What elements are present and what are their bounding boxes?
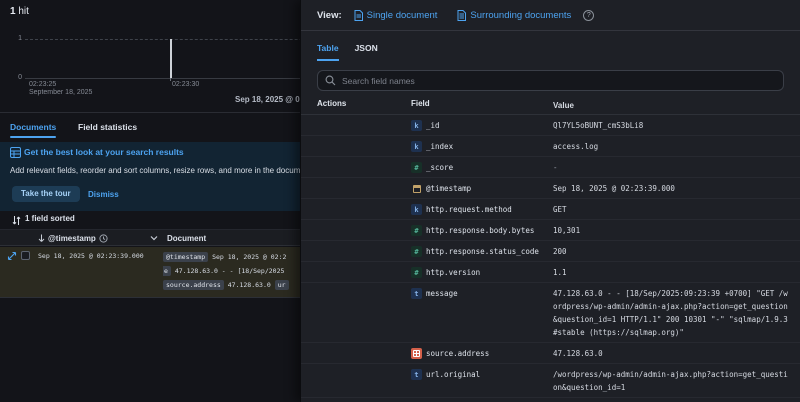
field-header: Field [411,99,430,108]
field-badge: source.address [163,280,224,290]
field-value: 200 [553,247,567,256]
y-tick-label: 0 [18,74,22,81]
histogram-bar[interactable] [170,39,172,78]
y-tick-label: 1 [18,35,22,42]
field-badge: @timestamp [163,252,209,262]
time-range-caption: Sep 18, 2025 @ 02 [235,95,305,104]
field-name: http.response.body.bytes [426,226,535,235]
x-tick-label: 02:23:30 [172,81,200,88]
documents-icon [457,9,467,21]
field-value: Ql7YL5oBUNT_cmS3bLi8 [553,121,644,130]
field-search [317,70,784,91]
field-name: _index [426,142,454,151]
fields-table-header: Actions Field Value [301,91,800,115]
number-field-icon: # [411,225,422,236]
sort-fields-icon [12,216,21,225]
timestamp-column-header[interactable]: @timestamp [38,234,108,243]
x-axis-date-label: September 18, 2025 [29,89,93,96]
field-row-index: k _index access.log [301,136,800,157]
field-value: 47.128.63.0 [553,349,603,358]
sorted-fields-label: 1 field sorted [25,214,75,223]
single-document-link[interactable]: Single document [354,9,437,21]
discover-app: 1 hit 1 0 02:23:25 02:23:30 September 18… [0,0,800,402]
callout-title: Get the best look at your search results [24,147,184,157]
column-menu-chevron-icon[interactable] [150,235,158,241]
field-value: access.log [553,142,599,151]
hit-count: 1 hit [10,6,29,17]
number-field-icon: # [411,246,422,257]
field-value: 10,301 [553,226,581,235]
tab-documents[interactable]: Documents [10,122,56,132]
field-name: message [426,289,458,298]
x-axis-tick [170,78,171,81]
field-row-http-request-method: k http.request.method GET [301,199,800,220]
help-icon[interactable]: ? [583,9,595,21]
field-value: /wordpress/wp-admin/admin-ajax.php?actio… [553,370,788,392]
tab-json[interactable]: JSON [355,43,378,61]
field-value: - [553,163,558,172]
text-field-icon: t [411,288,422,299]
document-icon [354,9,363,21]
field-row-message: t message 47.128.63.0 - - [18/Sep/2025:09… [301,283,800,343]
number-field-icon: # [411,162,422,173]
date-field-icon [411,183,422,194]
keyword-field-icon: k [411,204,422,215]
field-row-http-version: # http.version 1.1 [301,262,800,283]
flyout-header: View: Single document Surrounding docume… [301,0,800,31]
field-row-source-address: source.address 47.128.63.0 [301,343,800,364]
field-value: Sep 18, 2025 @ 02:23:39.000 [553,184,675,193]
dismiss-button[interactable]: Dismiss [88,190,119,199]
field-row-http-response-body-bytes: # http.response.body.bytes 10,301 [301,220,800,241]
x-tick-label: 02:23:25 [29,81,57,88]
field-name: @timestamp [426,184,472,193]
row-checkbox[interactable] [21,251,30,260]
field-value: 47.128.63.0 - - [18/Sep/2025:09:23:39 +0… [553,289,793,337]
view-label: View: [317,9,342,21]
keyword-field-icon: k [411,120,422,131]
text-field-icon: t [411,369,422,380]
field-name: http.version [426,268,481,277]
fields-table: Actions Field Value k _id Ql7YL5oBUNT_cmS… [301,91,800,398]
field-name: _id [426,121,440,130]
field-row-http-response-status-code: # http.response.status_code 200 [301,241,800,262]
field-row-id: k _id Ql7YL5oBUNT_cmS3bLi8 [301,115,800,136]
value-header: Value [553,101,574,110]
sort-desc-icon [38,234,45,242]
ip-field-icon [411,348,422,359]
number-field-icon: # [411,267,422,278]
field-value: 1.1 [553,268,567,277]
expand-document-icon[interactable] [7,251,17,261]
active-tab-underline [10,136,56,138]
actions-header: Actions [317,99,347,108]
surrounding-documents-link[interactable]: Surrounding documents [457,9,571,21]
search-icon [325,75,336,86]
field-value: GET [553,205,567,214]
table-icon [10,147,21,158]
field-row-url-original: t url.original /wordpress/wp-admin/admin-… [301,364,800,398]
callout-body: Add relevant fields, reorder and sort co… [10,166,305,175]
flyout-tabs: Table JSON [301,31,800,61]
row-timestamp: Sep 18, 2025 @ 02:23:39.000 [38,252,144,260]
field-name: _score [426,163,454,172]
field-name: source.address [426,349,490,358]
search-field-names-input[interactable] [317,70,784,91]
take-tour-button[interactable]: Take the tour [12,186,80,202]
keyword-field-icon: k [411,141,422,152]
field-name: url.original [426,370,481,379]
document-column-header[interactable]: Document [167,234,206,243]
field-row-timestamp: @timestamp Sep 18, 2025 @ 02:23:39.000 [301,178,800,199]
field-row-score: # _score - [301,157,800,178]
tab-field-statistics[interactable]: Field statistics [78,122,137,132]
field-badge-clipped: e [163,266,171,276]
field-name: http.request.method [426,205,512,214]
field-badge-clipped: ur [274,280,289,290]
tab-table[interactable]: Table [317,43,339,61]
document-details-flyout: View: Single document Surrounding docume… [300,0,800,402]
field-name: http.response.status_code [426,247,539,256]
clock-icon [99,234,108,243]
